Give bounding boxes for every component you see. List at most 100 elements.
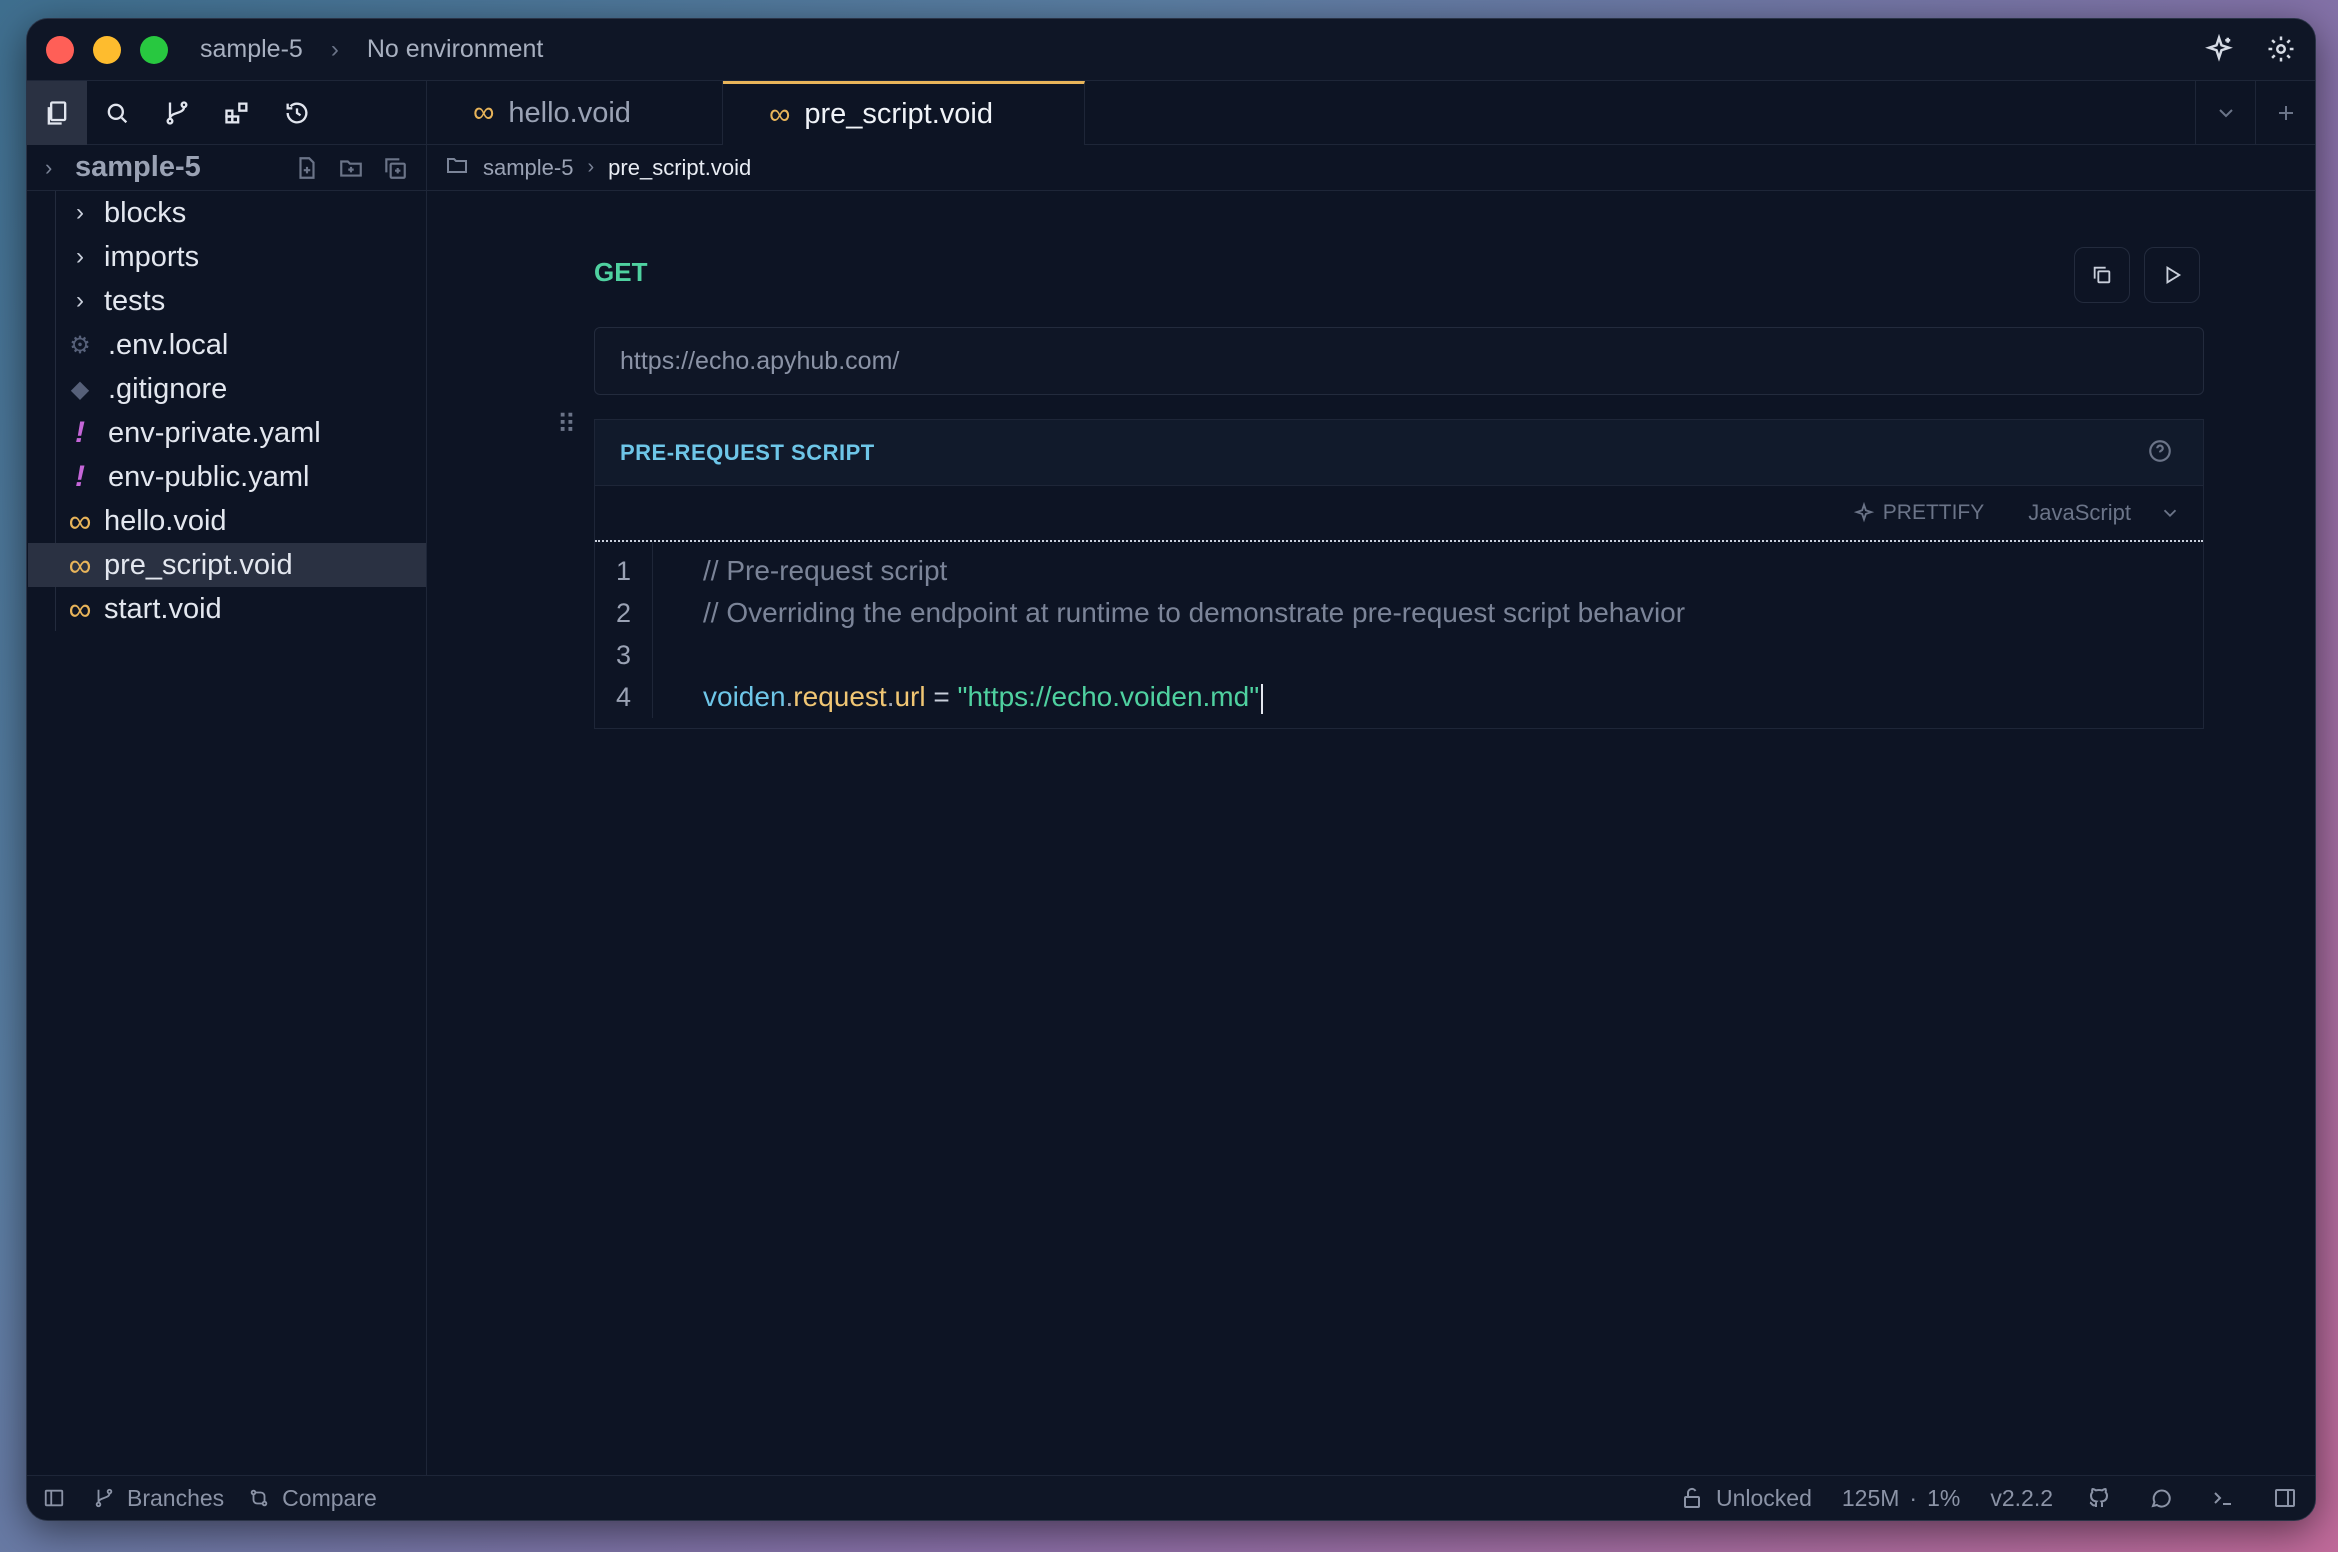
- git-branch-icon[interactable]: [147, 81, 207, 145]
- chevron-right-icon: ›: [76, 287, 84, 314]
- tree-item-env-public[interactable]: ! env-public.yaml: [56, 455, 426, 499]
- code-token: =: [925, 681, 958, 712]
- tree-item-label: imports: [104, 240, 200, 273]
- breadcrumb-folder[interactable]: sample-5: [483, 155, 573, 181]
- tree-item-label: .gitignore: [108, 372, 228, 405]
- tree-item-env-local[interactable]: ⚙ .env.local: [56, 323, 426, 367]
- tree-item-label: blocks: [104, 196, 187, 229]
- infinity-icon: ∞: [769, 97, 791, 131]
- gear-icon: ⚙: [69, 331, 91, 359]
- code-lines[interactable]: // Pre-request script // Overriding the …: [653, 542, 1685, 718]
- language-select[interactable]: JavaScript: [2028, 500, 2181, 526]
- chevron-right-icon: ›: [76, 243, 84, 270]
- line-number: 3: [615, 640, 632, 670]
- sidebar-toolbar: [27, 80, 426, 145]
- toggle-panel-icon[interactable]: [2269, 1482, 2301, 1514]
- infinity-icon: ∞: [68, 502, 92, 539]
- tree-item-label: pre_script.void: [104, 548, 293, 581]
- main-area: ∞ hello.void ∞ pre_script.void sample-5: [427, 81, 2315, 1475]
- status-bar: Branches Compare Unlocked 125M · 1% v2.2…: [27, 1475, 2315, 1520]
- tree-item-hello-void[interactable]: ∞ hello.void: [56, 499, 426, 543]
- http-method[interactable]: GET: [594, 257, 647, 288]
- project-root[interactable]: › sample-5: [27, 145, 426, 191]
- run-play-icon[interactable]: [2144, 247, 2200, 303]
- tree-item-label: tests: [104, 284, 166, 317]
- zoom-window-button[interactable]: [140, 35, 168, 64]
- tab-label: pre_script.void: [804, 98, 993, 130]
- close-window-button[interactable]: [46, 35, 74, 64]
- chat-bubble-icon[interactable]: [2145, 1482, 2177, 1514]
- sidebar: › sample-5 › blocks › imports › tests ⚙ …: [27, 80, 427, 1475]
- chevron-right-icon: ›: [76, 199, 84, 226]
- text-cursor: [1261, 683, 1264, 714]
- project-switcher[interactable]: sample-5: [200, 35, 303, 64]
- code-line: // Overriding the endpoint at runtime to…: [703, 597, 1686, 628]
- line-number: 1: [615, 556, 632, 586]
- files-icon[interactable]: [27, 80, 87, 145]
- search-icon[interactable]: [87, 81, 147, 145]
- pre-request-script-block: PRE-REQUEST SCRIPT PRETTIFY JavaScript 1…: [594, 419, 2204, 729]
- environment-selector[interactable]: No environment: [367, 35, 543, 64]
- collapse-all-icon[interactable]: [380, 153, 410, 183]
- tree-item-blocks[interactable]: › blocks: [56, 191, 426, 235]
- app-version: v2.2.2: [1990, 1484, 2053, 1511]
- app-window: sample-5 › No environment › sample-5 › b…: [26, 18, 2316, 1521]
- toggle-sidebar-icon[interactable]: [43, 1487, 65, 1509]
- tree-item-imports[interactable]: › imports: [56, 235, 426, 279]
- new-tab-plus-icon[interactable]: [2255, 81, 2315, 145]
- tree-item-pre-script-void[interactable]: ∞ pre_script.void: [28, 543, 426, 587]
- compare-button[interactable]: Compare: [248, 1485, 377, 1512]
- github-icon[interactable]: [2083, 1482, 2115, 1514]
- history-icon[interactable]: [267, 81, 327, 145]
- line-number: 4: [615, 682, 632, 712]
- tab-hello-void[interactable]: ∞ hello.void: [427, 81, 723, 145]
- tab-pre-script-void[interactable]: ∞ pre_script.void: [723, 81, 1085, 145]
- file-tree: › blocks › imports › tests ⚙ .env.local …: [28, 191, 426, 631]
- code-editor[interactable]: 1 2 3 4 // Pre-request script // Overrid…: [595, 542, 2203, 718]
- prettify-button[interactable]: PRETTIFY: [1853, 501, 1984, 525]
- chevron-right-icon: ›: [587, 156, 595, 178]
- cpu-usage: 1%: [1927, 1484, 1961, 1511]
- code-line: voiden.request.url = "https://echo.voide…: [703, 676, 1685, 718]
- new-folder-icon[interactable]: [336, 153, 366, 183]
- window-controls: [46, 35, 168, 64]
- new-file-icon[interactable]: [292, 153, 322, 183]
- drag-handle-icon[interactable]: ⠿: [557, 409, 576, 440]
- tree-item-label: start.void: [104, 592, 222, 625]
- line-number: 2: [615, 598, 632, 628]
- git-icon: ◆: [70, 375, 90, 403]
- breadcrumb-file[interactable]: pre_script.void: [608, 155, 751, 181]
- tree-item-label: env-private.yaml: [108, 416, 321, 449]
- title-bar: sample-5 › No environment: [27, 19, 2315, 81]
- sparkle-icon[interactable]: [2203, 33, 2235, 65]
- script-header: PRE-REQUEST SCRIPT: [595, 420, 2203, 486]
- settings-gear-icon[interactable]: [2265, 33, 2297, 65]
- chevron-right-icon: ›: [45, 154, 53, 180]
- terminal-icon[interactable]: [2207, 1482, 2239, 1514]
- exclamation-icon: !: [75, 416, 85, 449]
- line-gutter: 1 2 3 4: [595, 542, 653, 718]
- code-token: url: [894, 681, 926, 712]
- tree-item-label: env-public.yaml: [108, 460, 310, 493]
- chevron-down-icon: [2163, 509, 2177, 518]
- url-input[interactable]: https://echo.apyhub.com/: [594, 327, 2204, 395]
- tree-item-tests[interactable]: › tests: [56, 279, 426, 323]
- code-line: // Pre-request script: [703, 555, 948, 586]
- script-title: PRE-REQUEST SCRIPT: [620, 439, 875, 465]
- extensions-icon[interactable]: [207, 81, 267, 145]
- tab-list-chevron-down-icon[interactable]: [2195, 81, 2255, 145]
- tree-item-env-private[interactable]: ! env-private.yaml: [56, 411, 426, 455]
- branches-button[interactable]: Branches: [93, 1485, 224, 1512]
- memory-usage: 125M: [1841, 1484, 1900, 1511]
- copy-icon[interactable]: [2074, 247, 2130, 303]
- branches-label: Branches: [127, 1484, 225, 1511]
- help-icon[interactable]: [2147, 438, 2173, 469]
- tree-item-gitignore[interactable]: ◆ .gitignore: [56, 367, 426, 411]
- document-editor: GET https://echo.apyhub.com/ ⠿ PRE-REQUE…: [427, 191, 2315, 1475]
- tree-item-start-void[interactable]: ∞ start.void: [56, 587, 426, 631]
- minimize-window-button[interactable]: [93, 35, 121, 64]
- script-toolbar: PRETTIFY JavaScript: [595, 486, 2203, 542]
- lock-status[interactable]: Unlocked: [1680, 1485, 1812, 1512]
- tab-bar: ∞ hello.void ∞ pre_script.void: [427, 81, 2315, 145]
- chevron-right-icon: ›: [330, 35, 339, 63]
